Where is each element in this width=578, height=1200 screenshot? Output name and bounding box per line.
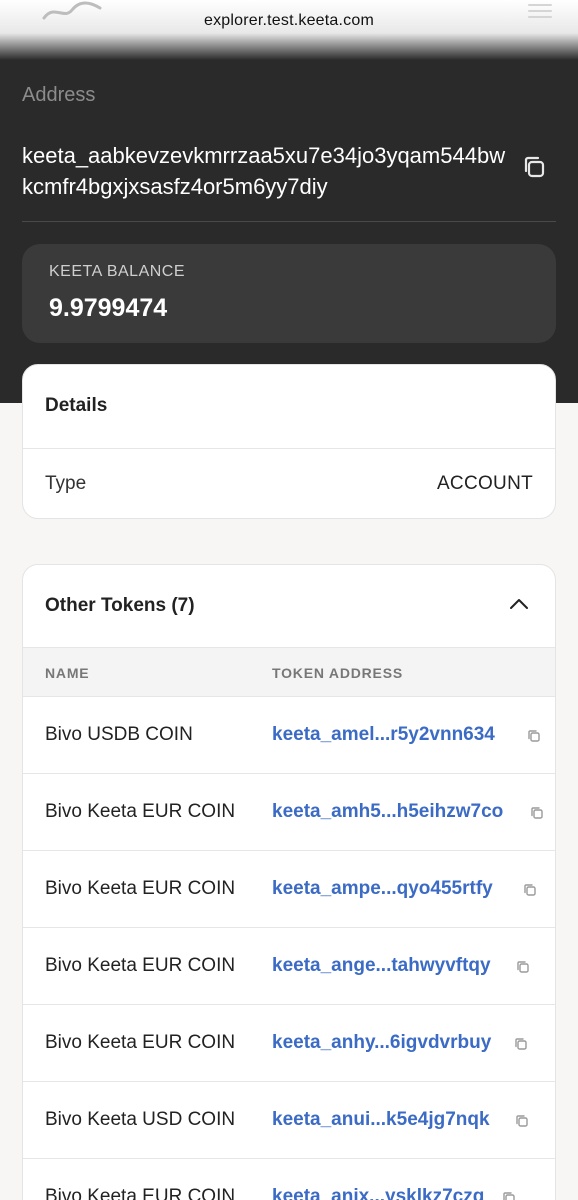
divider [23, 448, 555, 449]
type-value: ACCOUNT [436, 473, 533, 494]
copy-icon[interactable] [522, 882, 538, 898]
browser-address-bar[interactable]: explorer.test.keeta.com [0, 0, 578, 60]
table-header: NAME TOKEN ADDRESS [23, 647, 555, 697]
copy-icon[interactable] [529, 805, 545, 821]
copy-icon[interactable] [514, 1113, 530, 1129]
table-row: Bivo Keeta EUR COIN keeta_anjx...ysklkz7… [23, 1159, 555, 1200]
copy-icon[interactable] [501, 1190, 517, 1200]
account-hero: explorer.test.keeta.com Address keeta_aa… [0, 0, 578, 403]
token-name: Bivo Keeta EUR COIN [45, 1032, 236, 1053]
address-label: Address [22, 84, 96, 106]
balance-value: 9.9799474 [49, 294, 168, 322]
copy-icon[interactable] [526, 728, 542, 744]
url-text[interactable]: explorer.test.keeta.com [0, 12, 578, 30]
tokens-table-body: Bivo USDB COIN keeta_amel...r5y2vnn634 B… [23, 697, 555, 1200]
table-row: Bivo USDB COIN keeta_amel...r5y2vnn634 [23, 697, 555, 774]
balance-label: KEETA BALANCE [49, 263, 186, 280]
token-name: Bivo Keeta EUR COIN [45, 1186, 236, 1200]
column-header-name: NAME [45, 665, 90, 681]
type-label: Type [45, 473, 87, 494]
token-address-link[interactable]: keeta_amel...r5y2vnn634 [272, 724, 495, 746]
balance-card: KEETA BALANCE 9.9799474 [22, 244, 556, 343]
token-address-link[interactable]: keeta_anhy...6igvdvrbuy [272, 1032, 491, 1054]
chevron-up-icon[interactable] [508, 593, 530, 615]
copy-icon[interactable] [513, 1036, 529, 1052]
token-address-link[interactable]: keeta_anui...k5e4jg7nqk [272, 1109, 490, 1131]
copy-icon[interactable] [520, 153, 548, 181]
token-name: Bivo Keeta EUR COIN [45, 955, 236, 976]
other-tokens-title[interactable]: Other Tokens (7) [45, 595, 195, 617]
token-address-link[interactable]: keeta_amh5...h5eihzw7co [272, 801, 503, 823]
menu-icon[interactable] [528, 0, 552, 20]
table-row: Bivo Keeta EUR COIN keeta_anhy...6igvdvr… [23, 1005, 555, 1082]
account-address: keeta_aabkevzevkmrrzaa5xu7e34jo3yqam544b… [22, 143, 506, 199]
table-row: Bivo Keeta EUR COIN keeta_ampe...qyo455r… [23, 851, 555, 928]
token-address-link[interactable]: keeta_anjx...ysklkz7czq [272, 1186, 484, 1200]
token-address-link[interactable]: keeta_ampe...qyo455rtfy [272, 878, 493, 900]
table-row: Bivo Keeta USD COIN keeta_anui...k5e4jg7… [23, 1082, 555, 1159]
other-tokens-card: Other Tokens (7) NAME TOKEN ADDRESS Bivo… [22, 564, 556, 1200]
copy-icon[interactable] [515, 959, 531, 975]
token-name: Bivo USDB COIN [45, 724, 193, 745]
column-header-token-address: TOKEN ADDRESS [272, 665, 403, 681]
table-row: Bivo Keeta EUR COIN keeta_amh5...h5eihzw… [23, 774, 555, 851]
details-title: Details [45, 395, 108, 416]
token-name: Bivo Keeta USD COIN [45, 1109, 236, 1130]
token-name: Bivo Keeta EUR COIN [45, 878, 236, 899]
details-card: Details Type ACCOUNT [22, 364, 556, 519]
hero-divider [22, 221, 556, 222]
token-address-link[interactable]: keeta_ange...tahwyvftqy [272, 955, 491, 977]
table-row: Bivo Keeta EUR COIN keeta_ange...tahwyvf… [23, 928, 555, 1005]
token-name: Bivo Keeta EUR COIN [45, 801, 236, 822]
